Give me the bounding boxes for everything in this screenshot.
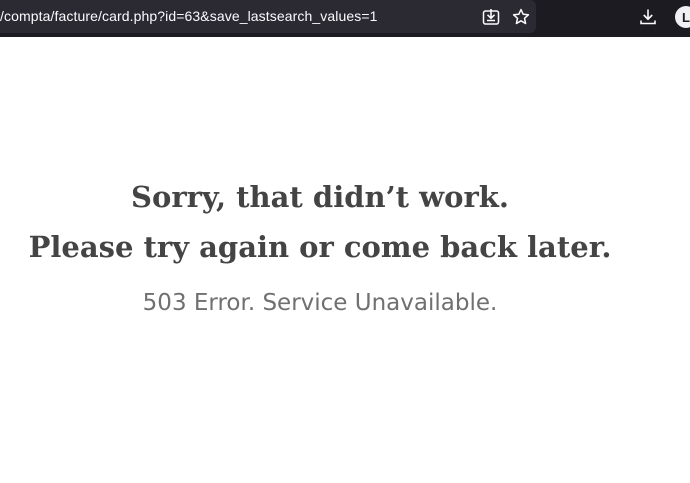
error-message: Sorry, that didn’t work. Please try agai… <box>0 172 640 316</box>
account-avatar[interactable]: L <box>675 6 690 28</box>
download-icon[interactable] <box>637 6 659 28</box>
star-icon[interactable] <box>510 6 532 28</box>
error-title-line-1: Sorry, that didn’t work. <box>131 180 509 214</box>
url-bar[interactable]: /compta/facture/card.php?id=63&save_last… <box>0 0 536 33</box>
error-detail: 503 Error. Service Unavailable. <box>142 290 498 316</box>
browser-toolbar: /compta/facture/card.php?id=63&save_last… <box>0 0 690 37</box>
save-to-disk-icon[interactable] <box>480 6 502 28</box>
url-text[interactable]: /compta/facture/card.php?id=63&save_last… <box>0 8 378 24</box>
error-title-line-2: Please try again or come back later. <box>28 230 612 264</box>
